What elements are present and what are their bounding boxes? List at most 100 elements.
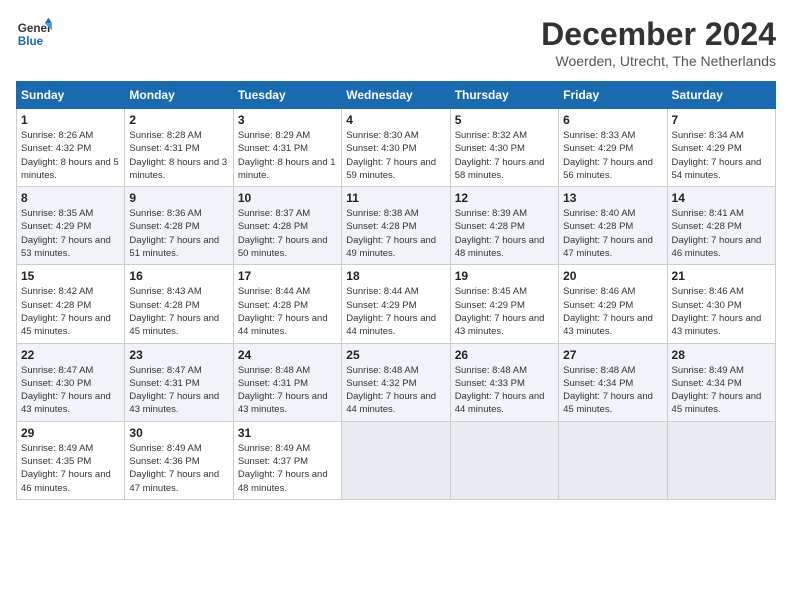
calendar-cell: 14 Sunrise: 8:41 AMSunset: 4:28 PMDayligh…	[667, 187, 775, 265]
calendar-cell: 10 Sunrise: 8:37 AMSunset: 4:28 PMDayligh…	[233, 187, 341, 265]
col-header-saturday: Saturday	[667, 82, 775, 109]
day-info: Sunrise: 8:34 AMSunset: 4:29 PMDaylight:…	[672, 129, 771, 182]
calendar-cell: 4 Sunrise: 8:30 AMSunset: 4:30 PMDaylight…	[342, 109, 450, 187]
logo: General Blue	[16, 16, 52, 52]
calendar-cell	[450, 421, 558, 499]
calendar-cell: 26Sunrise: 8:48 AMSunset: 4:33 PMDayligh…	[450, 343, 558, 421]
calendar-week-row: 15 Sunrise: 8:42 AMSunset: 4:28 PMDayligh…	[17, 265, 776, 343]
day-number: 7	[672, 113, 771, 127]
day-number: 14	[672, 191, 771, 205]
svg-text:Blue: Blue	[18, 35, 44, 48]
day-number: 15	[21, 269, 120, 283]
day-number: 28	[672, 348, 771, 362]
calendar-cell: 2 Sunrise: 8:28 AMSunset: 4:31 PMDaylight…	[125, 109, 233, 187]
day-number: 19	[455, 269, 554, 283]
day-info: Sunrise: 8:44 AMSunset: 4:28 PMDaylight:…	[238, 285, 337, 338]
calendar-cell: 22Sunrise: 8:47 AMSunset: 4:30 PMDayligh…	[17, 343, 125, 421]
calendar-cell: 6Sunrise: 8:33 AMSunset: 4:29 PMDaylight…	[559, 109, 667, 187]
day-info: Sunrise: 8:40 AMSunset: 4:28 PMDaylight:…	[563, 207, 662, 260]
day-info: Sunrise: 8:48 AMSunset: 4:33 PMDaylight:…	[455, 364, 554, 417]
calendar-cell: 28 Sunrise: 8:49 AMSunset: 4:34 PMDayligh…	[667, 343, 775, 421]
col-header-sunday: Sunday	[17, 82, 125, 109]
calendar-cell: 8 Sunrise: 8:35 AMSunset: 4:29 PMDaylight…	[17, 187, 125, 265]
calendar-week-row: 8 Sunrise: 8:35 AMSunset: 4:29 PMDaylight…	[17, 187, 776, 265]
col-header-tuesday: Tuesday	[233, 82, 341, 109]
day-number: 9	[129, 191, 228, 205]
day-number: 1	[21, 113, 120, 127]
calendar-cell: 12Sunrise: 8:39 AMSunset: 4:28 PMDayligh…	[450, 187, 558, 265]
day-info: Sunrise: 8:48 AMSunset: 4:34 PMDaylight:…	[563, 364, 662, 417]
calendar-cell: 9 Sunrise: 8:36 AMSunset: 4:28 PMDaylight…	[125, 187, 233, 265]
day-number: 21	[672, 269, 771, 283]
day-info: Sunrise: 8:41 AMSunset: 4:28 PMDaylight:…	[672, 207, 771, 260]
day-info: Sunrise: 8:48 AMSunset: 4:32 PMDaylight:…	[346, 364, 445, 417]
day-info: Sunrise: 8:43 AMSunset: 4:28 PMDaylight:…	[129, 285, 228, 338]
day-number: 3	[238, 113, 337, 127]
day-info: Sunrise: 8:49 AMSunset: 4:35 PMDaylight:…	[21, 442, 120, 495]
page-header: General Blue December 2024 Woerden, Utre…	[16, 16, 776, 69]
day-info: Sunrise: 8:30 AMSunset: 4:30 PMDaylight:…	[346, 129, 445, 182]
calendar-cell: 7 Sunrise: 8:34 AMSunset: 4:29 PMDaylight…	[667, 109, 775, 187]
day-number: 17	[238, 269, 337, 283]
day-number: 25	[346, 348, 445, 362]
title-block: December 2024 Woerden, Utrecht, The Neth…	[541, 16, 776, 69]
day-info: Sunrise: 8:45 AMSunset: 4:29 PMDaylight:…	[455, 285, 554, 338]
day-number: 18	[346, 269, 445, 283]
day-info: Sunrise: 8:46 AMSunset: 4:30 PMDaylight:…	[672, 285, 771, 338]
calendar-cell: 27Sunrise: 8:48 AMSunset: 4:34 PMDayligh…	[559, 343, 667, 421]
day-number: 16	[129, 269, 228, 283]
day-info: Sunrise: 8:37 AMSunset: 4:28 PMDaylight:…	[238, 207, 337, 260]
calendar-cell: 21 Sunrise: 8:46 AMSunset: 4:30 PMDayligh…	[667, 265, 775, 343]
day-number: 31	[238, 426, 337, 440]
calendar-cell: 18Sunrise: 8:44 AMSunset: 4:29 PMDayligh…	[342, 265, 450, 343]
day-info: Sunrise: 8:33 AMSunset: 4:29 PMDaylight:…	[563, 129, 662, 182]
calendar-cell: 19 Sunrise: 8:45 AMSunset: 4:29 PMDayligh…	[450, 265, 558, 343]
day-number: 29	[21, 426, 120, 440]
calendar-cell: 13 Sunrise: 8:40 AMSunset: 4:28 PMDayligh…	[559, 187, 667, 265]
day-number: 4	[346, 113, 445, 127]
day-info: Sunrise: 8:47 AMSunset: 4:30 PMDaylight:…	[21, 364, 120, 417]
day-info: Sunrise: 8:42 AMSunset: 4:28 PMDaylight:…	[21, 285, 120, 338]
calendar-week-row: 22Sunrise: 8:47 AMSunset: 4:30 PMDayligh…	[17, 343, 776, 421]
day-info: Sunrise: 8:26 AMSunset: 4:32 PMDaylight:…	[21, 129, 120, 182]
col-header-thursday: Thursday	[450, 82, 558, 109]
day-info: Sunrise: 8:35 AMSunset: 4:29 PMDaylight:…	[21, 207, 120, 260]
logo-icon: General Blue	[16, 16, 52, 52]
day-number: 13	[563, 191, 662, 205]
calendar-cell	[342, 421, 450, 499]
calendar-cell: 23Sunrise: 8:47 AMSunset: 4:31 PMDayligh…	[125, 343, 233, 421]
day-number: 10	[238, 191, 337, 205]
day-info: Sunrise: 8:49 AMSunset: 4:34 PMDaylight:…	[672, 364, 771, 417]
calendar-cell: 1 Sunrise: 8:26 AMSunset: 4:32 PMDaylight…	[17, 109, 125, 187]
calendar-cell: 16 Sunrise: 8:43 AMSunset: 4:28 PMDayligh…	[125, 265, 233, 343]
calendar-week-row: 29 Sunrise: 8:49 AMSunset: 4:35 PMDayligh…	[17, 421, 776, 499]
calendar-cell: 30Sunrise: 8:49 AMSunset: 4:36 PMDayligh…	[125, 421, 233, 499]
calendar-week-row: 1 Sunrise: 8:26 AMSunset: 4:32 PMDaylight…	[17, 109, 776, 187]
day-number: 8	[21, 191, 120, 205]
col-header-friday: Friday	[559, 82, 667, 109]
col-header-wednesday: Wednesday	[342, 82, 450, 109]
calendar-header-row: SundayMondayTuesdayWednesdayThursdayFrid…	[17, 82, 776, 109]
day-info: Sunrise: 8:46 AMSunset: 4:29 PMDaylight:…	[563, 285, 662, 338]
day-number: 30	[129, 426, 228, 440]
day-info: Sunrise: 8:32 AMSunset: 4:30 PMDaylight:…	[455, 129, 554, 182]
calendar-cell	[559, 421, 667, 499]
calendar-cell: 11Sunrise: 8:38 AMSunset: 4:28 PMDayligh…	[342, 187, 450, 265]
day-info: Sunrise: 8:28 AMSunset: 4:31 PMDaylight:…	[129, 129, 228, 182]
day-number: 5	[455, 113, 554, 127]
calendar-cell: 25 Sunrise: 8:48 AMSunset: 4:32 PMDayligh…	[342, 343, 450, 421]
calendar-cell	[667, 421, 775, 499]
day-info: Sunrise: 8:38 AMSunset: 4:28 PMDaylight:…	[346, 207, 445, 260]
day-number: 2	[129, 113, 228, 127]
month-title: December 2024	[541, 16, 776, 53]
calendar-cell: 31 Sunrise: 8:49 AMSunset: 4:37 PMDayligh…	[233, 421, 341, 499]
calendar-cell: 24Sunrise: 8:48 AMSunset: 4:31 PMDayligh…	[233, 343, 341, 421]
day-info: Sunrise: 8:36 AMSunset: 4:28 PMDaylight:…	[129, 207, 228, 260]
day-info: Sunrise: 8:47 AMSunset: 4:31 PMDaylight:…	[129, 364, 228, 417]
calendar-cell: 20Sunrise: 8:46 AMSunset: 4:29 PMDayligh…	[559, 265, 667, 343]
day-number: 12	[455, 191, 554, 205]
calendar-cell: 17 Sunrise: 8:44 AMSunset: 4:28 PMDayligh…	[233, 265, 341, 343]
day-number: 24	[238, 348, 337, 362]
day-info: Sunrise: 8:49 AMSunset: 4:37 PMDaylight:…	[238, 442, 337, 495]
calendar-table: SundayMondayTuesdayWednesdayThursdayFrid…	[16, 81, 776, 500]
